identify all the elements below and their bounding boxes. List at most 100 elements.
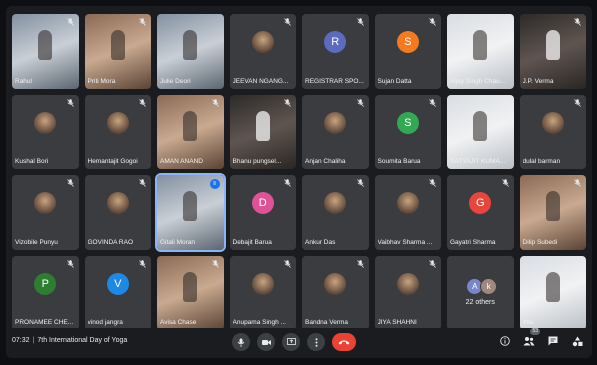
participant-name: Debajit Barua [232,238,272,246]
participant-tile[interactable]: Anupama Singh ... [229,255,296,330]
avatar: D [251,192,274,215]
participant-tile[interactable]: dulal barman [519,94,586,169]
participant-name: Gayatri Sharma [450,238,496,246]
participant-tile[interactable]: Ak 22 others [447,255,514,330]
avatar: P [34,272,57,295]
people-icon [523,337,535,346]
participant-tile[interactable]: JEEVAN NGANG... [229,14,296,89]
participant-tile[interactable]: Bhanu pungsel... [229,94,296,169]
mic-off-icon [356,179,365,188]
meet-window: Rahul Priti Mora Julie Deori JEEVAN NGANG..… [6,6,592,358]
avatar [34,192,57,215]
participant-tile[interactable]: S Sujan Datta [374,14,441,89]
leave-call-button[interactable] [332,333,356,351]
chat-button[interactable] [546,334,560,348]
participant-tile[interactable]: Ankur Das [302,175,369,250]
participant-name: Bhanu pungsel... [232,158,282,165]
avatar [324,192,347,215]
participant-name: Gitali Moran [160,238,196,246]
others-avatars: Ak [466,277,498,295]
participant-tile[interactable]: GOVINDA RAO [84,175,151,250]
participant-tile[interactable]: P PRONAMEE CHE... [12,255,79,330]
people-button[interactable]: 53 [522,328,540,348]
participant-video [255,110,270,141]
participant-tile[interactable]: Rahul [12,14,79,89]
participant-tile[interactable]: JIYA SHAHNI [374,255,441,330]
participant-tile[interactable]: Kushal Bori [12,94,79,169]
participant-video [545,30,560,61]
avatar [396,192,419,215]
people-count-badge: 53 [530,328,540,335]
avatar: R [324,31,347,54]
participant-name: Vijay Singh Chau... [450,77,506,85]
mic-off-icon [283,179,292,188]
participant-name: Sujan Datta [377,77,412,85]
participant-name: Ankur Das [305,238,336,246]
avatar [34,111,57,134]
participant-video [183,30,198,61]
mic-off-icon [356,18,365,27]
participant-tile[interactable]: Vijay Singh Chau... [447,14,514,89]
participant-name: dulal barman [522,158,561,165]
participant-tile[interactable]: Avisa Chase [157,255,224,330]
meeting-title: 7th International Day of Yoga [37,337,128,344]
participant-name: GOVINDA RAO [87,238,134,246]
participant-video [183,271,198,302]
participant-tile[interactable]: Vaibhav Sharma ... [374,175,441,250]
avatar [251,272,274,295]
more-vert-icon [315,337,317,347]
participant-tile[interactable]: Hemantajit Gogoi [84,94,151,169]
participant-tile[interactable]: SATYAJIT KUMA... [447,94,514,169]
mic-off-icon [573,179,582,188]
participant-tile[interactable]: Dilip Subedi [519,175,586,250]
participant-name: PRONAMEE CHE... [15,319,74,326]
participant-tile[interactable]: ≡ Gitali Moran [155,173,226,252]
participant-tile[interactable]: Julie Deori [157,14,224,89]
camera-button[interactable] [257,333,275,351]
separator: | [32,337,35,344]
participant-tile[interactable]: S Soumita Barua [374,94,441,169]
mic-off-icon [138,179,147,188]
participant-name: Vizobile Punyu [15,238,58,246]
participant-tile[interactable]: J.P. Verma [519,14,586,89]
participant-tile[interactable]: Vvinod jangra [84,255,151,330]
participant-grid: Rahul Priti Mora Julie Deori JEEVAN NGANG..… [12,14,586,330]
meeting-details-button[interactable] [498,334,512,348]
call-end-icon [338,340,350,345]
mic-off-icon [356,98,365,108]
participant-name: Hemantajit Gogoi [87,158,138,165]
mic-off-icon [428,18,437,27]
avatar [106,111,129,134]
mic-off-icon [138,98,147,108]
participant-video [183,191,198,222]
mic-off-icon [138,18,147,27]
participant-tile[interactable]: G Gayatri Sharma [447,175,514,250]
participant-name: JEEVAN NGANG... [232,77,289,85]
avatar: k [480,277,498,295]
participant-tile[interactable]: Vizobile Punyu [12,175,79,250]
participant-name: JIYA SHAHNI [377,319,417,326]
participant-name: SATYAJIT KUMA... [450,158,506,165]
participant-tile[interactable]: Bandna Verma [302,255,369,330]
participant-name: Vaibhav Sharma ... [377,238,433,246]
present-button[interactable] [282,333,300,351]
mic-button[interactable] [232,333,250,351]
participant-tile[interactable]: R REGISTRAR SPO... [302,14,369,89]
participant-tile[interactable]: Anjan Chaliha [302,94,369,169]
participant-tile[interactable]: D Debajit Barua [229,175,296,250]
participant-tile[interactable]: AMAN ANAND [157,94,224,169]
participant-tile[interactable]: You [519,255,586,330]
more-options-button[interactable] [307,333,325,351]
mic-off-icon [283,98,292,108]
participant-video [545,191,560,222]
mic-off-icon [66,98,75,108]
participant-name: Kushal Bori [15,158,49,165]
participant-name: Anjan Chaliha [305,158,346,165]
participant-tile[interactable]: Priti Mora [84,14,151,89]
mic-off-icon [573,18,582,27]
participant-video [545,271,560,302]
activities-button[interactable] [570,334,584,348]
info-icon [500,336,510,346]
camera-icon [261,339,271,345]
participant-name: You [522,319,534,326]
